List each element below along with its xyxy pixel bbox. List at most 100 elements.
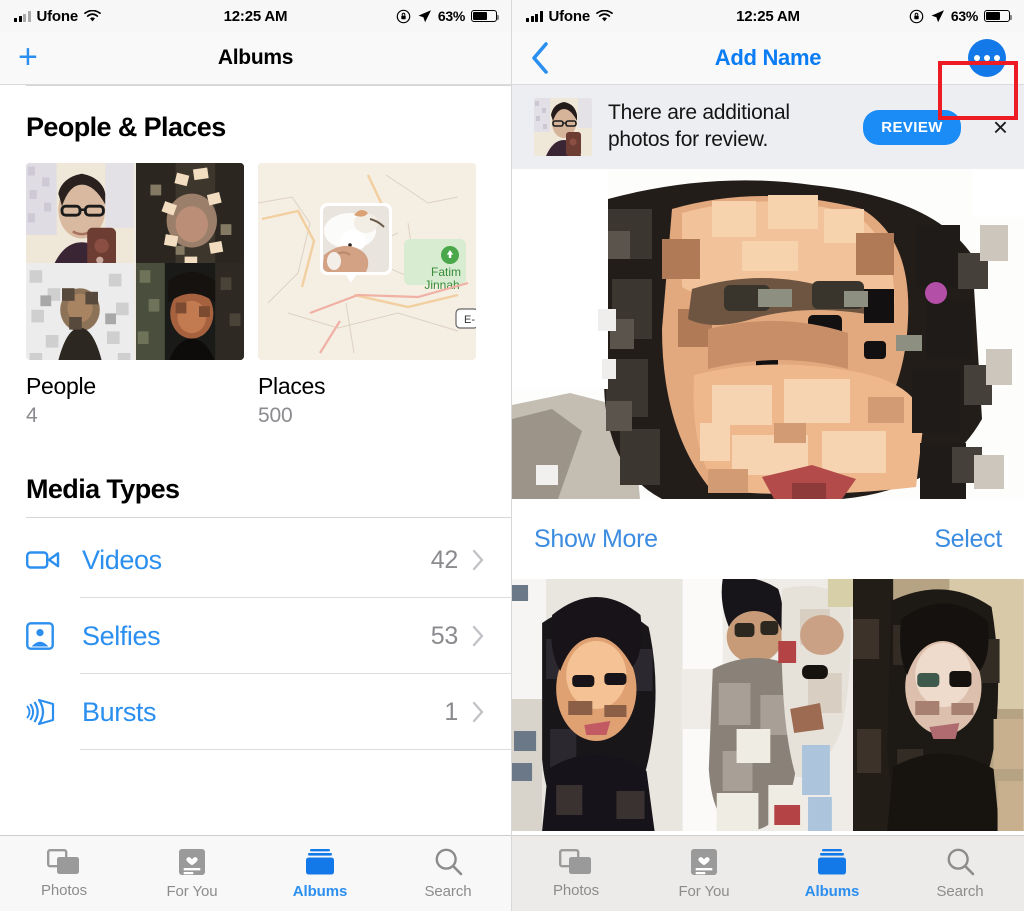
people-collage-thumbnail — [26, 163, 244, 360]
face-thumb-1 — [26, 163, 134, 271]
album-card-people[interactable]: People 4 — [26, 163, 244, 428]
status-bar-left: Ufone 12:25 AM 63% — [0, 0, 511, 32]
status-bar-right-group: 63% — [909, 8, 1013, 24]
nav-right-group — [968, 39, 1006, 77]
chevron-right-icon — [472, 549, 485, 571]
select-button[interactable]: Select — [934, 525, 1002, 554]
tab-photos[interactable]: Photos — [512, 848, 640, 899]
for-you-card-icon — [691, 848, 717, 875]
banner-face-thumbnail — [534, 98, 592, 156]
pixelated-portrait-graphic — [512, 169, 1024, 499]
person-portrait-icon — [26, 622, 66, 650]
people-places-row: People 4 Fatim Jinnah E- Places 500 — [0, 163, 511, 428]
photo-grid-item-3[interactable] — [853, 579, 1024, 831]
nav-bar-left: + Albums — [0, 32, 511, 85]
add-album-button[interactable]: + — [18, 40, 38, 74]
album-card-places[interactable]: Fatim Jinnah E- Places 500 — [258, 163, 476, 428]
tab-label: Photos — [552, 881, 600, 899]
face-thumb-4 — [136, 262, 244, 360]
chevron-left-icon — [532, 42, 548, 74]
battery-percent-label: 63% — [950, 8, 978, 24]
tab-label: Photos — [40, 881, 88, 899]
face-thumb-2 — [136, 163, 244, 271]
close-icon[interactable]: × — [993, 114, 1008, 140]
tab-bar-left: Photos For You Albums Search — [0, 835, 511, 911]
more-options-button[interactable] — [968, 39, 1006, 77]
battery-icon — [471, 10, 500, 22]
map-thumbnail: Fatim Jinnah E- — [258, 163, 476, 360]
tab-search[interactable]: Search — [384, 847, 511, 900]
nav-bar-right: Add Name — [512, 32, 1024, 120]
rotation-lock-icon — [909, 9, 924, 23]
location-arrow-icon — [931, 9, 944, 22]
albums-content: People & Places People 4 Fatim Jinnah E-… — [0, 85, 511, 911]
tab-label: Search — [936, 883, 984, 900]
tab-search[interactable]: Search — [896, 847, 1024, 900]
tab-label: Albums — [292, 882, 348, 900]
video-camera-icon — [26, 548, 66, 572]
album-card-count: 500 — [258, 404, 293, 427]
album-card-label: People — [26, 373, 96, 399]
location-arrow-icon — [418, 9, 431, 22]
tab-label: For You — [678, 882, 730, 900]
map-graphic: Fatim Jinnah E- — [258, 163, 476, 360]
media-row-count: 1 — [444, 697, 458, 726]
media-row-videos[interactable]: Videos 42 — [0, 522, 511, 598]
search-icon — [435, 848, 462, 876]
top-divider — [26, 85, 511, 86]
left-screen-albums: Ufone 12:25 AM 63% + Albums People & Pla… — [0, 0, 512, 911]
photo-grid-item-1[interactable] — [512, 579, 683, 831]
media-top-divider — [26, 517, 511, 518]
svg-text:E-: E- — [464, 314, 475, 326]
for-you-card-icon — [179, 848, 205, 875]
status-bar-right-group: 63% — [396, 8, 500, 24]
photos-stack-icon — [559, 848, 591, 874]
people-thumb-grid — [26, 163, 244, 360]
battery-percent-label: 63% — [437, 8, 465, 24]
burst-stack-icon — [26, 698, 66, 726]
chevron-right-icon — [472, 701, 485, 723]
tab-label: Albums — [804, 882, 860, 900]
media-row-selfies[interactable]: Selfies 53 — [0, 598, 511, 674]
back-button[interactable] — [530, 41, 550, 75]
tab-for-you[interactable]: For You — [640, 848, 768, 900]
tab-photos[interactable]: Photos — [0, 848, 128, 899]
album-card-label: Places — [258, 373, 326, 399]
rotation-lock-icon — [396, 9, 411, 23]
tab-bar-right: Photos For You Albums Search — [512, 835, 1024, 911]
photo-grid — [512, 579, 1024, 831]
tab-albums[interactable]: Albums — [768, 848, 896, 900]
tab-label: For You — [166, 882, 218, 900]
photos-stack-icon — [47, 848, 79, 874]
banner-message: There are additional photos for review. — [608, 101, 790, 151]
album-card-count: 4 — [26, 404, 38, 427]
section-heading-people-places: People & Places — [26, 112, 226, 142]
tab-for-you[interactable]: For You — [128, 848, 256, 900]
review-button[interactable]: REVIEW — [863, 109, 961, 145]
page-title: Albums — [217, 46, 294, 69]
media-row-label: Selfies — [82, 620, 161, 651]
albums-icon — [818, 848, 846, 874]
hero-photo[interactable] — [512, 169, 1024, 499]
tab-albums[interactable]: Albums — [256, 848, 384, 900]
photo-actions-row: Show More Select — [512, 499, 1024, 579]
search-icon — [947, 848, 974, 876]
media-types-list: Videos 42 Selfies 53 Bursts 1 — [0, 522, 511, 750]
right-screen-add-name: Ufone 12:25 AM 63% Add Name There are ad… — [512, 0, 1024, 911]
face-thumb-3 — [26, 262, 134, 360]
albums-icon — [306, 848, 334, 874]
status-bar-right: Ufone 12:25 AM 63% — [512, 0, 1024, 32]
page-title: Add Name — [714, 45, 822, 70]
media-row-label: Bursts — [82, 696, 157, 727]
section-heading-media-types: Media Types — [26, 474, 180, 504]
tab-label: Search — [424, 883, 472, 900]
review-banner: There are additional photos for review. … — [512, 85, 1024, 169]
chevron-right-icon — [472, 625, 485, 647]
row-divider — [80, 749, 511, 750]
photo-grid-item-2[interactable] — [682, 579, 854, 831]
show-more-button[interactable]: Show More — [534, 525, 658, 554]
media-row-bursts[interactable]: Bursts 1 — [0, 674, 511, 750]
media-row-count: 42 — [430, 545, 459, 574]
svg-text:Fatim: Fatim — [431, 265, 461, 279]
media-row-label: Videos — [82, 544, 162, 575]
